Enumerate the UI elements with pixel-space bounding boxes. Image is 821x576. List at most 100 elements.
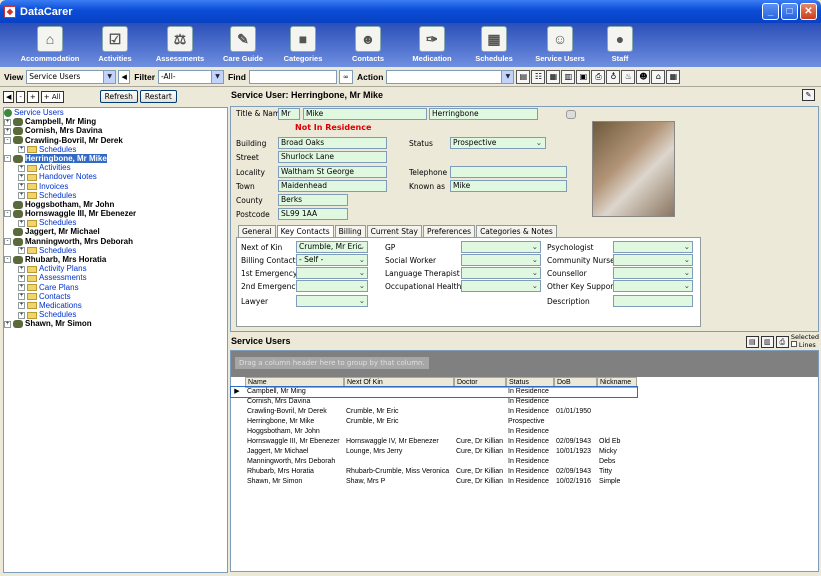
jar-icon[interactable]: ♨	[621, 69, 636, 84]
table-row[interactable]: Jaggert, Mr Michael Lounge, Mrs Jerry Cure…	[231, 447, 818, 457]
first-name-field[interactable]: Mike	[303, 108, 427, 120]
tab-current-stay[interactable]: Current Stay	[366, 225, 422, 237]
expand-icon[interactable]: +	[4, 320, 11, 328]
table-row[interactable]: Cornish, Mrs Davina In Residence	[231, 397, 818, 407]
postcode-field[interactable]: SL99 1AA	[278, 208, 348, 220]
known-as-field[interactable]: Mike	[450, 180, 567, 192]
building-field[interactable]: Broad Oaks	[278, 137, 387, 149]
collapse-icon[interactable]: -	[4, 136, 11, 144]
tree-folder-item[interactable]: + Schedules	[4, 191, 227, 200]
expand-icon[interactable]: +	[18, 311, 25, 319]
social-worker-select[interactable]: ⌄	[461, 254, 541, 266]
tree-person-item[interactable]: + Cornish, Mrs Davina	[4, 126, 227, 135]
table-row[interactable]: Herringbone, Mr Mike Crumble, Mr Eric Pros…	[231, 417, 818, 427]
toolbar-activities[interactable]: ☑ Activities	[85, 23, 145, 67]
first-emergency-select[interactable]: ⌄	[296, 267, 368, 279]
collapse-icon[interactable]: -	[4, 256, 11, 264]
tree-folder-item[interactable]: + Medications	[4, 301, 227, 310]
expand-icon[interactable]: +	[4, 118, 11, 126]
telephone-field[interactable]	[450, 166, 567, 178]
view-select[interactable]: Service Users ▼	[26, 69, 117, 84]
restart-button[interactable]: Restart	[139, 90, 177, 103]
expand-icon[interactable]: +	[18, 182, 25, 190]
print-icon[interactable]: ⎙	[775, 335, 789, 348]
find-input[interactable]	[248, 69, 337, 84]
tree-person-item[interactable]: + Shawn, Mr Simon	[4, 319, 227, 328]
camera-icon[interactable]	[566, 110, 576, 119]
expand-icon[interactable]: +	[18, 247, 25, 255]
expand-icon[interactable]: +	[18, 219, 25, 227]
occupational-health-select[interactable]: ⌄	[461, 280, 541, 292]
tree-root[interactable]: Service Users	[4, 108, 227, 117]
maximize-button[interactable]: □	[781, 3, 798, 20]
toolbar-contacts[interactable]: ☻ Contacts	[338, 23, 398, 67]
toolbar-staff[interactable]: ● Staff	[590, 23, 650, 67]
expand-icon[interactable]: +	[18, 283, 25, 291]
tree-folder-item[interactable]: + Schedules	[4, 218, 227, 227]
tab-categories-notes[interactable]: Categories & Notes	[476, 225, 557, 237]
expand-icon[interactable]: +	[18, 173, 25, 181]
tree-icon[interactable]: ☷	[531, 69, 546, 84]
expand-icon[interactable]: +	[18, 146, 25, 154]
tree-person-item[interactable]: - Hornswaggle III, Mr Ebenezer	[4, 209, 227, 218]
tree-folder-item[interactable]: + Care Plans	[4, 283, 227, 292]
tab-billing[interactable]: Billing	[334, 225, 366, 237]
tree-person-item[interactable]: + Campbell, Mr Ming	[4, 117, 227, 126]
expand-icon[interactable]: +	[4, 127, 11, 135]
counsellor-select[interactable]: ⌄	[613, 267, 693, 279]
tree-folder-item[interactable]: + Schedules	[4, 145, 227, 154]
expand-all-button[interactable]: + All	[40, 90, 64, 103]
toolbar-accommodation[interactable]: ⌂ Accommodation	[20, 23, 80, 67]
lines-checkbox[interactable]	[790, 341, 797, 347]
surname-field[interactable]: Herringbone	[429, 108, 538, 120]
grid-icon[interactable]: ▦	[666, 69, 681, 84]
table-row[interactable]: ▶ Campbell, Mr Ming In Residence	[230, 386, 638, 398]
chart-icon[interactable]: ▥	[561, 69, 576, 84]
tree-folder-item[interactable]: + Schedules	[4, 246, 227, 255]
gp-select[interactable]: ⌄	[461, 241, 541, 253]
tree-folder-item[interactable]: + Assessments	[4, 273, 227, 282]
calendar-small-icon[interactable]: ▦	[546, 69, 561, 84]
tree-person-item[interactable]: - Herringbone, Mr Mike	[4, 153, 227, 163]
toolbar-schedules[interactable]: ▦ Schedules	[464, 23, 524, 67]
expand-icon[interactable]: +	[18, 302, 25, 310]
action-select[interactable]: ▼	[386, 69, 515, 84]
tree-person-item[interactable]: - Rhubarb, Mrs Horatia	[4, 255, 227, 264]
filter-select[interactable]: -All- ▼	[158, 69, 224, 84]
toolbar-medication[interactable]: ✑ Medication	[402, 23, 462, 67]
table-row[interactable]: Crawling-Bovril, Mr Derek Crumble, Mr Eri…	[231, 407, 818, 417]
title-field[interactable]: Mr	[278, 108, 300, 120]
next-of-kin-select[interactable]: Crumble, Mr Eric ⌄	[296, 241, 368, 253]
toolbar-assessments[interactable]: ⚖ Assessments	[150, 23, 210, 67]
tree-folder-item[interactable]: + Contacts	[4, 292, 227, 301]
report-icon[interactable]: ▤	[516, 69, 531, 84]
document-icon[interactable]: ▥	[760, 335, 774, 348]
binoculars-icon[interactable]: ∞	[338, 69, 353, 84]
collapse-button[interactable]: -	[16, 90, 25, 103]
other-key-support-select[interactable]: ⌄	[613, 280, 693, 292]
second-emergency-select[interactable]: ⌄	[296, 280, 368, 292]
billing-contact-select[interactable]: - Self - ⌄	[296, 254, 368, 266]
collapse-icon[interactable]: -	[4, 155, 11, 163]
export-icon[interactable]: ▤	[745, 335, 759, 348]
table-row[interactable]: Shawn, Mr Simon Shaw, Mrs P Cure, Dr Killi…	[231, 477, 818, 487]
print-icon[interactable]: ⎙	[591, 69, 606, 84]
tree-folder-item[interactable]: + Invoices	[4, 182, 227, 191]
home-icon[interactable]: ⌂	[651, 69, 666, 84]
town-field[interactable]: Maidenhead	[278, 180, 387, 192]
back-nav-button[interactable]: ◀	[3, 90, 15, 103]
tree-folder-item[interactable]: + Activities	[4, 163, 227, 172]
street-field[interactable]: Shurlock Lane	[278, 151, 387, 163]
tree-person-item[interactable]: - Manningworth, Mrs Deborah	[4, 237, 227, 246]
lawyer-select[interactable]: ⌄	[296, 295, 368, 307]
expand-icon[interactable]: +	[18, 274, 25, 282]
minimize-button[interactable]: _	[762, 3, 779, 20]
edit-icon[interactable]: ✎	[802, 89, 815, 101]
table-row[interactable]: Rhubarb, Mrs Horatia Rhubarb-Crumble, Mis…	[231, 467, 818, 477]
refresh-button[interactable]: Refresh	[99, 90, 138, 103]
tree-person-item[interactable]: Jaggert, Mr Michael	[4, 227, 227, 236]
screen-icon[interactable]: ▣	[576, 69, 591, 84]
close-button[interactable]: ✕	[800, 3, 817, 20]
expand-icon[interactable]: +	[18, 265, 25, 273]
description-field[interactable]	[613, 295, 693, 307]
